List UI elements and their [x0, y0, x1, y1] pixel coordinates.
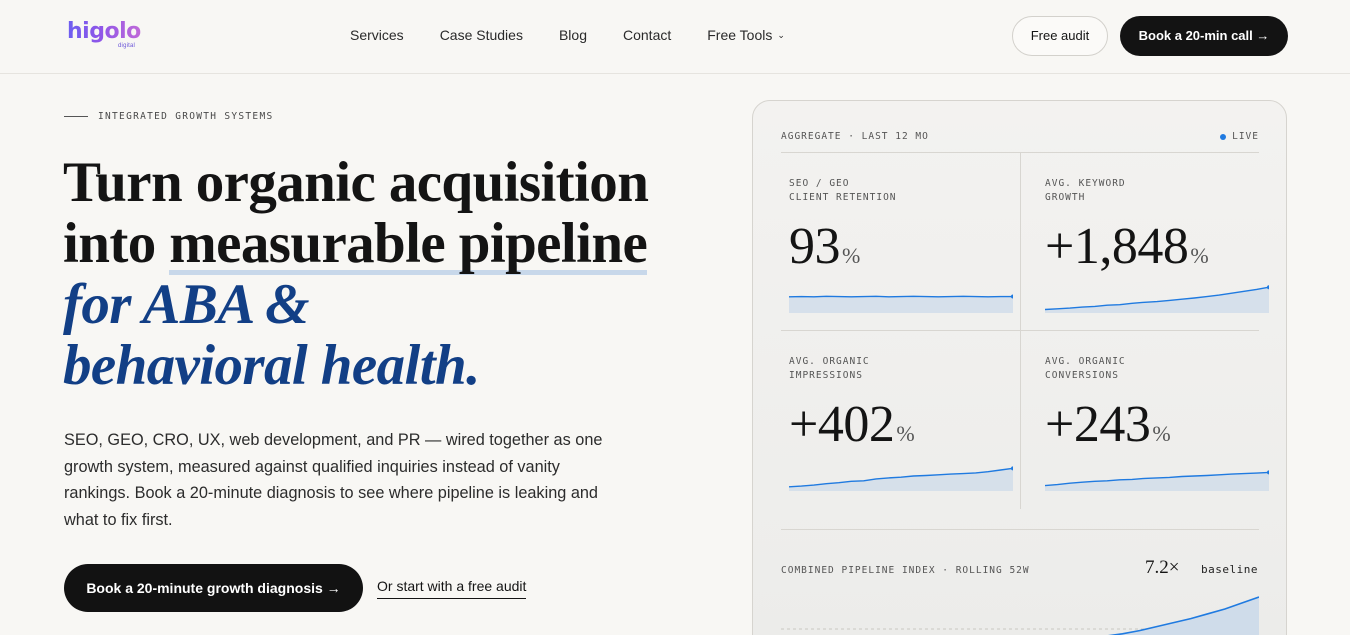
stat-cell-retention: SEO / GEO CLIENT RETENTION 93%	[781, 153, 1020, 331]
stat-number: 93	[789, 218, 841, 275]
headline-line-2-prefix: into	[63, 212, 170, 275]
book-call-button[interactable]: Book a 20-min call →	[1120, 16, 1288, 56]
stat-number: +243	[1045, 396, 1151, 453]
stat-sparkline	[1045, 470, 1269, 491]
stat-value: +402%	[789, 395, 915, 454]
stat-number: +402	[789, 396, 895, 453]
pipeline-chart	[781, 596, 1259, 635]
free-audit-link[interactable]: Or start with a free audit	[377, 578, 527, 599]
headline-line-3: for ABA &	[63, 273, 310, 336]
headline-line-2: into measurable pipeline	[63, 212, 743, 275]
stat-cell-conversions: AVG. ORGANIC CONVERSIONS +243%	[1037, 331, 1276, 509]
stats-card: AGGREGATE · LAST 12 MO LIVE SEO / GEO CL…	[752, 100, 1287, 635]
stat-sparkline	[789, 294, 1013, 313]
pipeline-area	[1113, 597, 1259, 635]
nav-blog[interactable]: Blog	[559, 27, 587, 43]
stats-period: AGGREGATE · LAST 12 MO	[781, 131, 929, 142]
nav-free-tools[interactable]: Free Tools ⌄	[707, 27, 785, 43]
stat-value: 93%	[789, 217, 860, 276]
hero-headline: Turn organic acquisition into measurable…	[63, 152, 743, 396]
live-label: LIVE	[1232, 131, 1259, 142]
nav-links: Services Case Studies Blog Contact Free …	[350, 27, 821, 43]
live-dot-icon	[1220, 133, 1227, 140]
stat-sparkline	[789, 466, 1013, 491]
stat-sparkline	[1045, 285, 1269, 313]
stat-label: AVG. ORGANIC CONVERSIONS	[1045, 356, 1126, 381]
stat-number: +1,848	[1045, 218, 1189, 275]
nav-contact[interactable]: Contact	[623, 27, 671, 43]
nav-case-studies[interactable]: Case Studies	[440, 27, 523, 43]
chevron-down-icon: ⌄	[777, 30, 785, 40]
eyebrow-text: INTEGRATED GROWTH SYSTEMS	[98, 111, 274, 122]
nav-free-tools-label: Free Tools	[707, 27, 773, 43]
stats-divider-bottom	[781, 529, 1259, 530]
eyebrow-rule	[64, 116, 88, 117]
stat-label: SEO / GEO CLIENT RETENTION	[789, 178, 897, 203]
stats-divider-vertical	[1020, 153, 1021, 509]
sparkline-area	[1045, 287, 1269, 313]
stat-value: +243%	[1045, 395, 1171, 454]
stat-unit: %	[1190, 243, 1209, 268]
stat-cell-keyword-growth: AVG. KEYWORD GROWTH +1,848%	[1037, 153, 1276, 331]
headline-line-4: behavioral health.	[63, 334, 480, 397]
growth-diagnosis-button[interactable]: Book a 20-minute growth diagnosis →	[64, 564, 363, 612]
hero-description: SEO, GEO, CRO, UX, web development, and …	[64, 431, 603, 529]
pipeline-multiplier: 7.2×	[1145, 557, 1180, 578]
hero-eyebrow: INTEGRATED GROWTH SYSTEMS	[64, 111, 274, 122]
sparkline-line	[789, 295, 1013, 298]
headline-line-1: Turn organic acquisition	[63, 151, 649, 214]
stats-card-header: AGGREGATE · LAST 12 MO LIVE	[781, 131, 1259, 153]
brand-name: higolo	[67, 19, 141, 44]
nav-services[interactable]: Services	[350, 27, 404, 43]
stat-unit: %	[1152, 421, 1171, 446]
sparkline-area	[789, 296, 1013, 313]
sparkline-area	[1045, 472, 1269, 491]
stat-label: AVG. KEYWORD GROWTH	[1045, 178, 1126, 203]
stat-value: +1,848%	[1045, 217, 1209, 276]
top-nav: higolo digital Services Case Studies Blo…	[0, 0, 1350, 74]
stat-cell-impressions: AVG. ORGANIC IMPRESSIONS +402%	[781, 331, 1020, 509]
headline-highlight: measurable pipeline	[169, 212, 648, 275]
pipeline-label: COMBINED PIPELINE INDEX · ROLLING 52W	[781, 565, 1030, 576]
live-indicator: LIVE	[1220, 131, 1259, 142]
stat-unit: %	[842, 243, 860, 268]
stat-unit: %	[896, 421, 915, 446]
brand-sub: digital	[118, 43, 136, 49]
brand-logo[interactable]: higolo digital	[67, 19, 147, 52]
pipeline-baseline: baseline	[1201, 563, 1258, 576]
stat-label: AVG. ORGANIC IMPRESSIONS	[789, 356, 870, 381]
free-audit-button[interactable]: Free audit	[1012, 16, 1108, 56]
sparkline-area	[789, 468, 1013, 491]
